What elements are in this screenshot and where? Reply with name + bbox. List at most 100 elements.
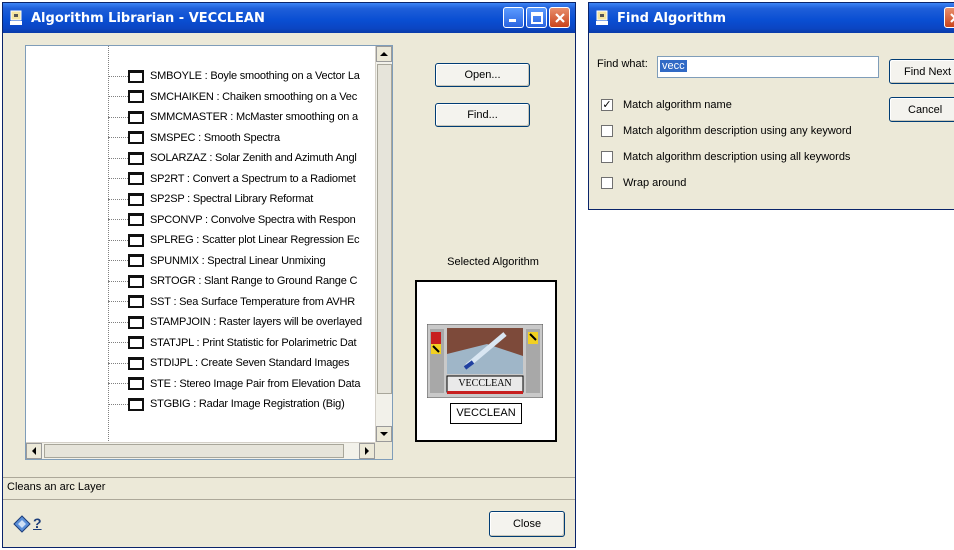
tree-branch xyxy=(108,219,128,221)
horizontal-scroll-thumb[interactable] xyxy=(44,444,344,458)
list-item-label: STATJPL : Print Statistic for Polarimetr… xyxy=(150,336,357,349)
librarian-title: Algorithm Librarian - VECCLEAN xyxy=(31,10,265,26)
tree-branch xyxy=(108,239,128,241)
list-item-label: STDIJPL : Create Seven Standard Images xyxy=(150,357,350,370)
list-item-label: SRTOGR : Slant Range to Ground Range C xyxy=(150,275,358,288)
tree-branch xyxy=(108,383,128,385)
scroll-down-arrow-icon[interactable] xyxy=(376,426,392,442)
cancel-button[interactable]: Cancel xyxy=(889,97,954,122)
match-name-label: Match algorithm name xyxy=(623,99,732,111)
wrap-around-label: Wrap around xyxy=(623,177,687,189)
algorithm-item-icon xyxy=(128,213,144,227)
algorithm-librarian-window: Algorithm Librarian - VECCLEAN SMBOYLE :… xyxy=(2,2,576,548)
find-title: Find Algorithm xyxy=(617,10,727,26)
status-text: Cleans an arc Layer xyxy=(3,477,575,495)
minimize-button[interactable] xyxy=(503,7,524,28)
selected-algorithm-name: VECCLEAN xyxy=(450,403,522,424)
tree-branch xyxy=(108,260,128,262)
find-close-button[interactable] xyxy=(944,7,954,28)
maximize-button[interactable] xyxy=(526,7,547,28)
list-item[interactable]: SMBOYLE : Boyle smoothing on a Vector La xyxy=(108,66,378,87)
find-algorithm-dialog: Find Algorithm Find what: vecc Find Next… xyxy=(588,2,954,210)
match-all-keywords-label: Match algorithm description using all ke… xyxy=(623,151,851,163)
list-item[interactable]: SPLREG : Scatter plot Linear Regression … xyxy=(108,230,378,251)
vecclean-algorithm-icon xyxy=(426,323,544,401)
scroll-left-arrow-icon[interactable] xyxy=(26,443,42,459)
list-item-label: SPCONVP : Convolve Spectra with Respon xyxy=(150,213,356,226)
algorithm-item-icon xyxy=(128,233,144,247)
list-item[interactable]: STDIJPL : Create Seven Standard Images xyxy=(108,353,378,374)
tree-branch xyxy=(108,321,128,323)
tree-branch xyxy=(108,96,128,98)
find-what-input[interactable]: vecc xyxy=(657,56,879,78)
list-item[interactable]: STE : Stereo Image Pair from Elevation D… xyxy=(108,374,378,395)
tree-branch xyxy=(108,403,128,405)
match-name-checkbox[interactable]: ✓ xyxy=(601,99,613,111)
tree-branch xyxy=(108,362,128,364)
list-item[interactable]: SOLARZAZ : Solar Zenith and Azimuth Angl xyxy=(108,148,378,169)
vertical-scroll-thumb[interactable] xyxy=(377,64,392,394)
list-item-label: SMBOYLE : Boyle smoothing on a Vector La xyxy=(150,70,360,83)
tree-branch xyxy=(108,178,128,180)
algorithm-item-icon xyxy=(128,69,144,83)
match-name-option[interactable]: ✓ Match algorithm name xyxy=(601,99,732,111)
algorithm-item-icon xyxy=(128,274,144,288)
list-item-label: SMMCMASTER : McMaster smoothing on a xyxy=(150,111,358,124)
help-button[interactable]: ? xyxy=(11,509,51,537)
help-icon xyxy=(13,515,31,533)
list-item[interactable]: STAMPJOIN : Raster layers will be overla… xyxy=(108,312,378,333)
algorithm-item-icon xyxy=(128,315,144,329)
list-item[interactable]: STATJPL : Print Statistic for Polarimetr… xyxy=(108,333,378,354)
open-button[interactable]: Open... xyxy=(435,63,530,87)
find-next-button[interactable]: Find Next xyxy=(889,59,954,84)
list-item-label: SP2SP : Spectral Library Reformat xyxy=(150,193,314,206)
wrap-around-checkbox[interactable] xyxy=(601,177,613,189)
algorithm-item-icon xyxy=(128,295,144,309)
selected-algorithm-preview[interactable]: VECCLEAN VECCLEAN xyxy=(415,280,557,442)
algorithm-item-icon xyxy=(128,192,144,206)
algorithm-item-icon xyxy=(128,110,144,124)
list-item[interactable]: SMCHAIKEN : Chaiken smoothing on a Vec xyxy=(108,87,378,108)
find-app-icon xyxy=(595,10,609,26)
algorithm-item-icon xyxy=(128,172,144,186)
algorithm-item-icon xyxy=(128,254,144,268)
wrap-around-option[interactable]: Wrap around xyxy=(601,177,686,189)
list-item[interactable]: SPUNMIX : Spectral Linear Unmixing xyxy=(108,251,378,272)
list-item[interactable]: SP2SP : Spectral Library Reformat xyxy=(108,189,378,210)
librarian-title-bar[interactable]: Algorithm Librarian - VECCLEAN xyxy=(3,3,575,33)
close-button[interactable]: Close xyxy=(489,511,565,537)
match-all-keywords-checkbox[interactable] xyxy=(601,151,613,163)
list-item[interactable]: SST : Sea Surface Temperature from AVHR xyxy=(108,292,378,313)
scroll-up-arrow-icon[interactable] xyxy=(376,46,392,62)
scroll-right-arrow-icon[interactable] xyxy=(359,443,375,459)
algorithm-item-icon xyxy=(128,90,144,104)
list-item-label: SPUNMIX : Spectral Linear Unmixing xyxy=(150,254,326,267)
scrollbar-corner xyxy=(375,442,392,459)
close-window-button[interactable] xyxy=(549,7,570,28)
list-item[interactable]: SPCONVP : Convolve Spectra with Respon xyxy=(108,210,378,231)
list-item[interactable]: SP2RT : Convert a Spectrum to a Radiomet xyxy=(108,169,378,190)
tree-branch xyxy=(108,157,128,159)
list-item-label: STGBIG : Radar Image Registration (Big) xyxy=(150,398,345,411)
tree-branch xyxy=(108,280,128,282)
tree-branch xyxy=(108,116,128,118)
bottom-divider xyxy=(3,499,575,500)
find-button[interactable]: Find... xyxy=(435,103,530,127)
horizontal-scrollbar[interactable] xyxy=(26,442,375,459)
match-all-keywords-option[interactable]: Match algorithm description using all ke… xyxy=(601,151,850,163)
help-question-mark: ? xyxy=(33,515,42,531)
list-item-label: SOLARZAZ : Solar Zenith and Azimuth Angl xyxy=(150,152,357,165)
find-title-bar[interactable]: Find Algorithm xyxy=(589,3,954,33)
match-any-keyword-checkbox[interactable] xyxy=(601,125,613,137)
list-item-label: SMSPEC : Smooth Spectra xyxy=(150,131,280,144)
algorithm-item-icon xyxy=(128,397,144,411)
algorithm-list[interactable]: SMBOYLE : Boyle smoothing on a Vector La… xyxy=(25,45,393,460)
list-item[interactable]: SMMCMASTER : McMaster smoothing on a xyxy=(108,107,378,128)
list-item[interactable]: SRTOGR : Slant Range to Ground Range C xyxy=(108,271,378,292)
list-item-label: STE : Stereo Image Pair from Elevation D… xyxy=(150,377,361,390)
algorithm-item-icon xyxy=(128,131,144,145)
vertical-scrollbar[interactable] xyxy=(375,46,392,442)
list-item[interactable]: SMSPEC : Smooth Spectra xyxy=(108,128,378,149)
match-any-keyword-option[interactable]: Match algorithm description using any ke… xyxy=(601,125,852,137)
list-item[interactable]: STGBIG : Radar Image Registration (Big) xyxy=(108,394,378,415)
